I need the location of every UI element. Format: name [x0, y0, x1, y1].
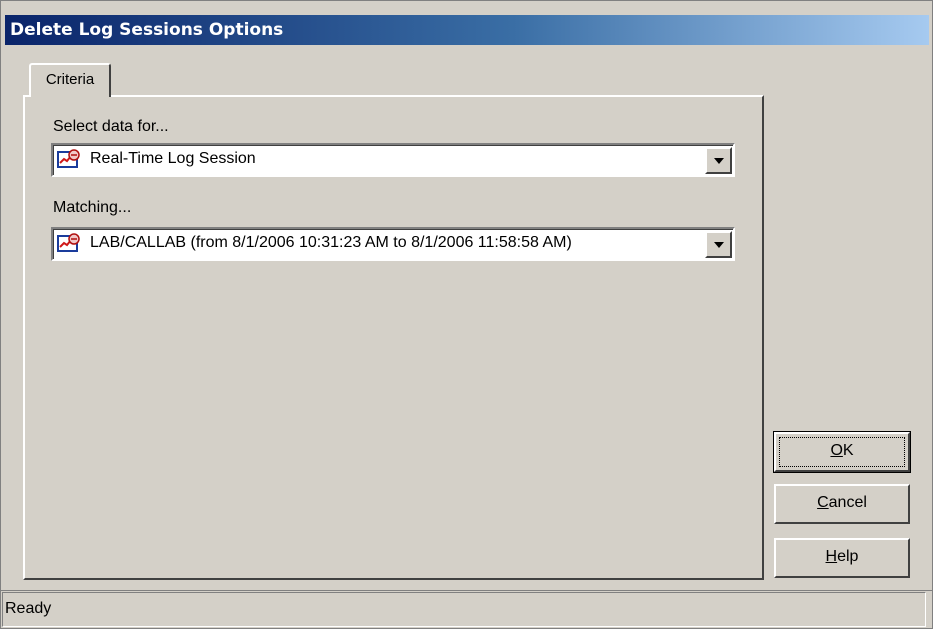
help-mnemonic: H	[825, 548, 838, 565]
window-title: Delete Log Sessions Options	[10, 20, 284, 40]
chevron-down-icon	[714, 158, 724, 164]
dialog-window: Delete Log Sessions Options Criteria Sel…	[0, 0, 933, 629]
matching-label: Matching...	[53, 199, 132, 216]
help-button[interactable]: Help	[774, 538, 910, 578]
matching-value: LAB/CALLAB (from 8/1/2006 10:31:23 AM to…	[90, 234, 572, 251]
select-data-combobox[interactable]: Real-Time Log Session	[51, 143, 735, 177]
tab-criteria[interactable]: Criteria	[29, 63, 111, 97]
title-bar: Delete Log Sessions Options	[5, 15, 929, 45]
cancel-button[interactable]: Cancel	[774, 484, 910, 524]
select-data-value: Real-Time Log Session	[90, 150, 256, 167]
matching-combobox[interactable]: LAB/CALLAB (from 8/1/2006 10:31:23 AM to…	[51, 227, 735, 261]
focus-rectangle	[779, 437, 905, 467]
log-session-icon	[57, 149, 81, 171]
status-bar: Ready	[1, 590, 932, 628]
select-data-dropdown-button[interactable]	[705, 147, 732, 174]
select-data-label: Select data for...	[53, 118, 169, 135]
cancel-label-rest: ancel	[828, 494, 867, 511]
cancel-mnemonic: C	[817, 494, 829, 511]
help-label-rest: elp	[837, 548, 859, 565]
tab-criteria-label: Criteria	[45, 71, 95, 88]
status-text: Ready	[2, 592, 926, 627]
matching-dropdown-button[interactable]	[705, 231, 732, 258]
ok-button[interactable]: OK	[773, 431, 911, 473]
chevron-down-icon	[714, 242, 724, 248]
log-session-icon	[57, 233, 81, 255]
